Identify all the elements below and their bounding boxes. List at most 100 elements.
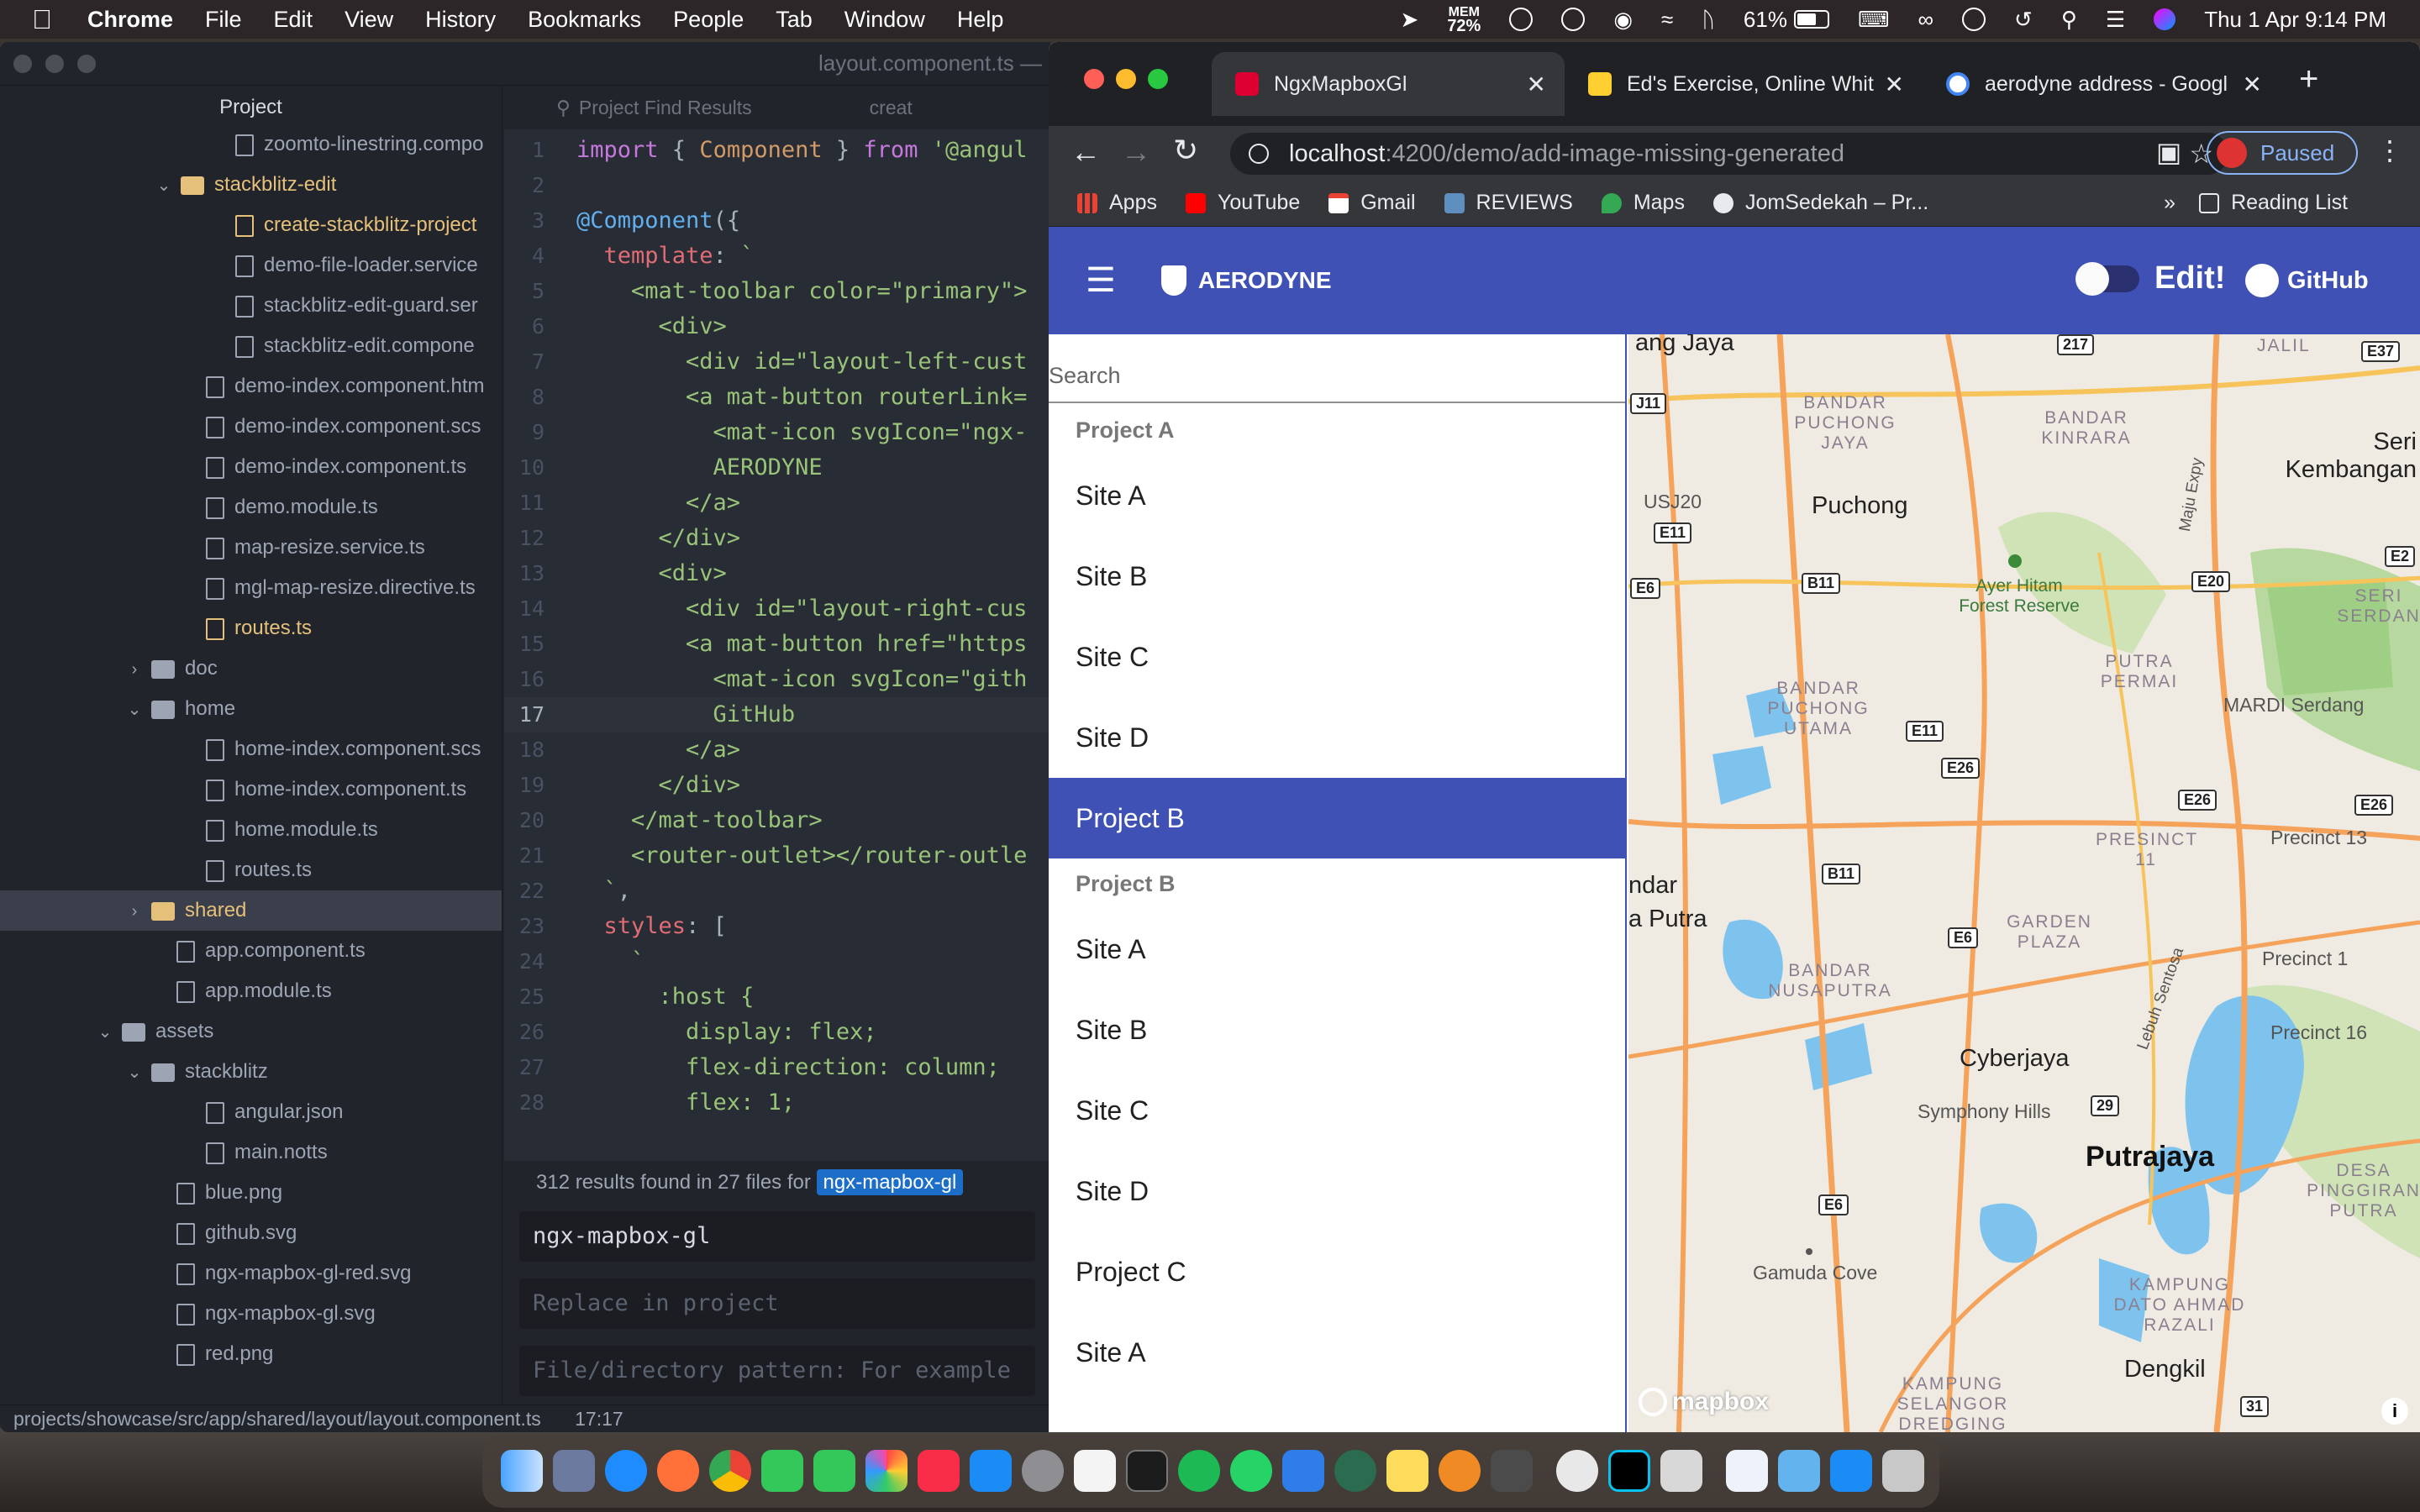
- github-link[interactable]: GitHub: [2245, 264, 2369, 297]
- code-line[interactable]: 22 `,: [504, 874, 1050, 909]
- menu-people[interactable]: People: [673, 7, 744, 33]
- menu-tab[interactable]: Tab: [776, 7, 813, 33]
- tree-item[interactable]: stackblitz-edit.compone: [0, 326, 502, 366]
- list-item[interactable]: Site A: [1049, 1312, 1625, 1393]
- bookmark-gmail[interactable]: Gmail: [1328, 191, 1416, 215]
- keyboard-icon[interactable]: ⌨: [1858, 7, 1890, 33]
- tree-item[interactable]: ⌄ home: [0, 689, 502, 729]
- close-tab-icon[interactable]: ✕: [2243, 71, 2262, 98]
- menu-history[interactable]: History: [425, 7, 496, 33]
- zoom-window-button[interactable]: [77, 54, 96, 73]
- back-icon[interactable]: ←: [1071, 134, 1101, 170]
- hamburger-menu-icon[interactable]: ☰: [1086, 261, 1116, 300]
- new-tab-button[interactable]: +: [2299, 60, 2318, 98]
- bluetooth-icon[interactable]: ᚢ: [1702, 7, 1715, 33]
- textedit-icon[interactable]: [1074, 1450, 1116, 1492]
- xcode-icon[interactable]: [1282, 1450, 1324, 1492]
- tree-item[interactable]: create-stackblitz-project: [0, 205, 502, 245]
- tree-item[interactable]: routes.ts: [0, 608, 502, 648]
- terminal-icon[interactable]: [1126, 1450, 1168, 1492]
- mapbox-logo[interactable]: mapbox: [1639, 1388, 1769, 1416]
- code-line[interactable]: 12 </div>: [504, 521, 1050, 556]
- code-line[interactable]: 20 </mat-toolbar>: [504, 803, 1050, 838]
- webstorm-icon[interactable]: [1608, 1450, 1650, 1492]
- moon-icon[interactable]: [1509, 8, 1534, 31]
- chrome-menu-icon[interactable]: ⋮: [2376, 134, 2403, 166]
- menu-window[interactable]: Window: [844, 7, 925, 33]
- code-line[interactable]: 24 `: [504, 944, 1050, 979]
- user-icon[interactable]: [1962, 8, 1986, 31]
- chevron-right-icon[interactable]: ›: [126, 649, 143, 690]
- tree-item[interactable]: ngx-mapbox-gl.svg: [0, 1294, 502, 1334]
- tree-item[interactable]: red.png: [0, 1334, 502, 1374]
- documents-folder-icon[interactable]: [1726, 1450, 1768, 1492]
- code-line[interactable]: 2: [504, 168, 1050, 203]
- code-editor-pane[interactable]: ⚲ Project Find Results creat 1 import { Co…: [504, 86, 1050, 1161]
- facetime-icon[interactable]: [761, 1450, 803, 1492]
- code-line[interactable]: 10 AERODYNE: [504, 450, 1050, 486]
- tree-item[interactable]: home.module.ts: [0, 810, 502, 850]
- trash-icon[interactable]: [1882, 1450, 1924, 1492]
- find-input[interactable]: ngx-mapbox-gl: [519, 1211, 1035, 1262]
- code-line[interactable]: 16 <mat-icon svgIcon="gith: [504, 662, 1050, 697]
- bookmark-youtube[interactable]: YouTube: [1185, 191, 1300, 215]
- close-window-button[interactable]: [1084, 69, 1104, 89]
- code-line[interactable]: 18 </a>: [504, 732, 1050, 768]
- code-line[interactable]: 8 <a mat-button routerLink=: [504, 380, 1050, 415]
- list-item[interactable]: Site D: [1049, 1151, 1625, 1231]
- bookmark-apps[interactable]: Apps: [1077, 191, 1157, 215]
- tree-item[interactable]: demo-index.component.scs: [0, 407, 502, 447]
- tree-item[interactable]: ⌄ stackblitz-edit: [0, 165, 502, 205]
- time-machine-icon[interactable]: ↺: [2014, 7, 2033, 33]
- link-icon[interactable]: ∞: [1918, 7, 1934, 33]
- code-line[interactable]: 6 <div>: [504, 309, 1050, 344]
- tree-item[interactable]: demo-index.component.ts: [0, 447, 502, 487]
- wifi-off-icon[interactable]: ≈: [1661, 7, 1673, 33]
- tab-create[interactable]: creat: [870, 97, 913, 119]
- search-field[interactable]: [1049, 334, 1625, 403]
- tree-item[interactable]: angular.json: [0, 1092, 502, 1132]
- edit-label[interactable]: Edit!: [2154, 260, 2225, 297]
- forward-icon[interactable]: →: [1121, 134, 1151, 170]
- tree-item[interactable]: demo-file-loader.service: [0, 245, 502, 286]
- menu-help[interactable]: Help: [957, 7, 1004, 33]
- code-line[interactable]: 25 :host {: [504, 979, 1050, 1015]
- menubar-clock[interactable]: Thu 1 Apr 9:14 PM: [2204, 7, 2386, 33]
- safari-icon[interactable]: [605, 1450, 647, 1492]
- applications-folder-icon[interactable]: [1778, 1450, 1820, 1492]
- close-tab-icon[interactable]: ✕: [1885, 71, 1904, 98]
- close-tab-icon[interactable]: ✕: [1527, 71, 1546, 98]
- tree-item[interactable]: blue.png: [0, 1173, 502, 1213]
- control-center-icon[interactable]: ☰: [2106, 7, 2125, 33]
- code-line[interactable]: 15 <a mat-button href="https: [504, 627, 1050, 662]
- list-item[interactable]: Project C: [1049, 1231, 1625, 1312]
- menu-view[interactable]: View: [345, 7, 393, 33]
- minimize-window-button[interactable]: [1116, 69, 1136, 89]
- tree-item[interactable]: demo.module.ts: [0, 487, 502, 528]
- code-line[interactable]: 28 flex: 1;: [504, 1085, 1050, 1121]
- code-line[interactable]: 13 <div>: [504, 556, 1050, 591]
- close-window-button[interactable]: [13, 54, 32, 73]
- system-preferences-icon[interactable]: [1022, 1450, 1064, 1492]
- profile-paused-button[interactable]: Paused: [2207, 131, 2358, 175]
- code-line[interactable]: 14 <div id="layout-right-cus: [504, 591, 1050, 627]
- chevron-down-icon[interactable]: ⌄: [126, 690, 143, 730]
- project-tree-header[interactable]: Project: [0, 86, 502, 129]
- tree-item[interactable]: ⌄ stackblitz: [0, 1052, 502, 1092]
- music-icon[interactable]: [918, 1450, 960, 1492]
- tree-item[interactable]: zoomto-linestring.compo: [0, 124, 502, 165]
- code-line[interactable]: 19 </div>: [504, 768, 1050, 803]
- chevron-down-icon[interactable]: ⌄: [126, 1053, 143, 1093]
- address-bar[interactable]: localhost:4200/demo/add-image-missing-ge…: [1230, 133, 2228, 175]
- photos-icon[interactable]: [865, 1450, 908, 1492]
- battery-indicator[interactable]: 61%: [1744, 7, 1829, 33]
- minimize-window-button[interactable]: [45, 54, 64, 73]
- reading-list-button[interactable]: Reading List: [2199, 191, 2348, 215]
- browser-tab-eds-exercise[interactable]: Ed's Exercise, Online Whit ✕: [1565, 52, 1923, 116]
- bookmarks-overflow[interactable]: »: [2164, 191, 2175, 215]
- code-lines[interactable]: 1 import { Component } from '@angul 2 3 @Com…: [504, 129, 1050, 1121]
- tree-item[interactable]: mgl-map-resize.directive.ts: [0, 568, 502, 608]
- code-line[interactable]: 26 display: flex;: [504, 1015, 1050, 1050]
- bookmark-jomsedekah[interactable]: JomSedekah – Pr...: [1712, 191, 1928, 215]
- location-arrow-icon[interactable]: ➤: [1401, 7, 1419, 33]
